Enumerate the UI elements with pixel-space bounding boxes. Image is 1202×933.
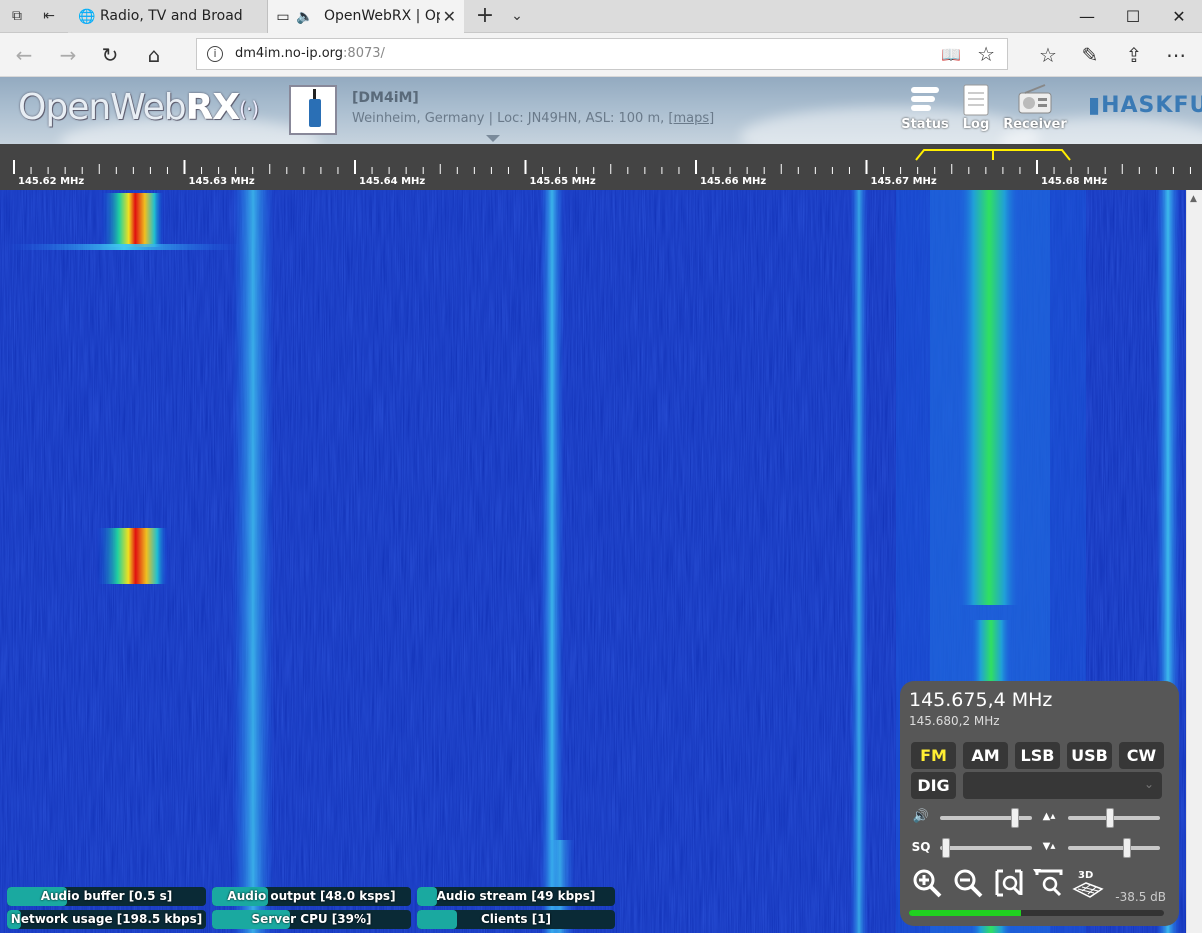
audio-output-bar: Audio output [48.0 ksps]	[212, 887, 411, 906]
clients-bar: Clients [1]	[417, 910, 615, 929]
volume-slider[interactable]	[940, 808, 1032, 828]
status-icon	[898, 83, 952, 117]
openwebrx-logo[interactable]: OpenWebRX(·)	[18, 87, 259, 130]
zoom-to-selection-icon[interactable]	[1033, 867, 1065, 899]
favorite-star-icon[interactable]: ☆	[977, 42, 995, 66]
web-note-icon[interactable]: ✎	[1076, 41, 1104, 69]
scale-label: 145.68 MHz	[1041, 176, 1108, 187]
zoom-out-icon[interactable]	[952, 867, 984, 899]
scale-label: 145.66 MHz	[700, 176, 767, 187]
zoom-in-icon[interactable]	[911, 867, 943, 899]
receiver-avatar	[289, 85, 337, 135]
chevron-down-icon: ⌄	[1143, 777, 1154, 791]
more-menu-icon[interactable]: ⋯	[1162, 41, 1190, 69]
tab-preview-chevron-icon[interactable]: ⌄	[506, 4, 528, 28]
set-tabs-aside-icon[interactable]: ⇤	[40, 8, 58, 24]
refresh-button[interactable]: ↻	[96, 41, 124, 69]
haskfu-logo[interactable]: ▮HASKFU	[1088, 93, 1202, 118]
waterfall-max-slider[interactable]	[1068, 808, 1160, 828]
page-scrollbar[interactable]: ▲	[1186, 190, 1202, 933]
browser-nav-bar: ← → ↻ ⌂ i dm4im.no-ip.org:8073/ 📖 ☆ ☆ ✎ …	[0, 33, 1202, 77]
tab-label: OpenWebRX | OpenWebRX	[324, 8, 440, 24]
mode-usb-button[interactable]: USB	[1067, 742, 1112, 769]
mode-lsb-button[interactable]: LSB	[1015, 742, 1060, 769]
page-icon: ▭	[276, 9, 290, 25]
audio-buffer-bar: Audio buffer [0.5 s]	[7, 887, 206, 906]
tab-list-icon[interactable]: ⧉	[8, 8, 26, 24]
firefox-globe-icon: 🌐	[78, 9, 96, 25]
scale-label: 145.63 MHz	[188, 176, 255, 187]
svg-text:3D: 3D	[1078, 870, 1093, 881]
favorites-hub-icon[interactable]: ☆	[1034, 41, 1062, 69]
receiver-panel: 145.675,4 MHz 145.680,2 MHz FM AM LSB US…	[900, 681, 1179, 926]
url-text: dm4im.no-ip.org:8073/	[235, 46, 385, 61]
tab-openwebrx[interactable]: ▭ 🔈 OpenWebRX | OpenWebRX ✕	[268, 0, 464, 33]
scale-label: 145.64 MHz	[359, 176, 426, 187]
scale-ticks	[13, 149, 1191, 174]
receiver-location: Weinheim, Germany | Loc: JN49HN, ASL: 10…	[352, 111, 715, 126]
network-usage-bar: Network usage [198.5 kbps]	[7, 910, 206, 929]
3d-spectrum-icon[interactable]: 3D	[1072, 867, 1104, 899]
tab-radio-tv[interactable]: 🌐 Radio, TV and Broadcasting	[68, 0, 268, 33]
share-icon[interactable]: ⇪	[1120, 41, 1148, 69]
browser-tab-bar: ⧉ ⇤ 🌐 Radio, TV and Broadcasting ▭ 🔈 Ope…	[0, 0, 1202, 33]
home-button[interactable]: ⌂	[140, 41, 168, 69]
volume-speaker-icon[interactable]: 🔊	[911, 807, 931, 827]
minimize-button[interactable]: —	[1064, 0, 1110, 33]
mode-cw-button[interactable]: CW	[1119, 742, 1164, 769]
zoom-out-full-icon[interactable]	[993, 867, 1025, 899]
digital-mode-select[interactable]: ⌄	[963, 772, 1162, 799]
mode-dig-button[interactable]: DIG	[911, 772, 956, 799]
close-tab-icon[interactable]: ✕	[443, 0, 456, 33]
scale-label: 145.65 MHz	[529, 176, 596, 187]
scroll-up-arrow-icon[interactable]: ▲	[1190, 194, 1197, 204]
waterfall-max-auto-icon[interactable]: ▲▴	[1039, 807, 1059, 827]
waterfall-min-slider[interactable]	[1068, 838, 1160, 858]
frequency-scale[interactable]: 145.62 MHz 145.63 MHz 145.64 MHz 145.65 MHz…	[0, 144, 1202, 190]
maximize-button[interactable]: ☐	[1110, 0, 1156, 33]
reading-view-icon[interactable]: 📖	[941, 45, 961, 64]
receiver-callsign: [DM4iM]	[352, 90, 419, 106]
mode-am-button[interactable]: AM	[963, 742, 1008, 769]
log-button[interactable]: Log	[958, 83, 994, 141]
collapse-header-triangle-icon[interactable]	[486, 135, 500, 142]
db-readout: -38.5 dB	[1115, 890, 1166, 904]
audio-stream-bar: Audio stream [49 kbps]	[417, 887, 615, 906]
scale-label: 145.62 MHz	[18, 176, 85, 187]
waterfall-min-auto-icon[interactable]: ▼▴	[1039, 837, 1059, 857]
back-button[interactable]: ←	[10, 41, 38, 69]
close-window-button[interactable]: ✕	[1156, 0, 1202, 33]
openwebrx-header: OpenWebRX(·) [DM4iM] Weinheim, Germany |…	[0, 77, 1202, 144]
new-tab-button[interactable]: +	[474, 4, 496, 28]
radio-waves-icon: (·)	[239, 97, 259, 121]
site-info-icon[interactable]: i	[207, 46, 223, 62]
scale-label: 145.67 MHz	[870, 176, 937, 187]
address-bar[interactable]: i dm4im.no-ip.org:8073/ 📖 ☆	[196, 38, 1008, 70]
mode-fm-button[interactable]: FM	[911, 742, 956, 769]
maps-link[interactable]: [maps]	[668, 111, 714, 126]
squelch-label: SQ	[911, 840, 931, 854]
tuned-frequency[interactable]: 145.675,4 MHz	[909, 689, 1052, 711]
squelch-slider[interactable]	[940, 838, 1032, 858]
tab-label: Radio, TV and Broadcasting	[100, 8, 243, 24]
forward-button[interactable]: →	[54, 41, 82, 69]
audio-playing-icon[interactable]: 🔈	[296, 8, 314, 26]
server-cpu-bar: Server CPU [39%]	[212, 910, 411, 929]
receiver-icon	[1002, 83, 1068, 117]
mouse-frequency: 145.680,2 MHz	[909, 714, 1000, 728]
receiver-button[interactable]: Receiver	[1002, 83, 1068, 141]
log-icon	[958, 83, 994, 117]
status-button[interactable]: Status	[898, 83, 952, 141]
cloud-decoration	[740, 107, 1040, 144]
s-meter	[909, 910, 1164, 916]
